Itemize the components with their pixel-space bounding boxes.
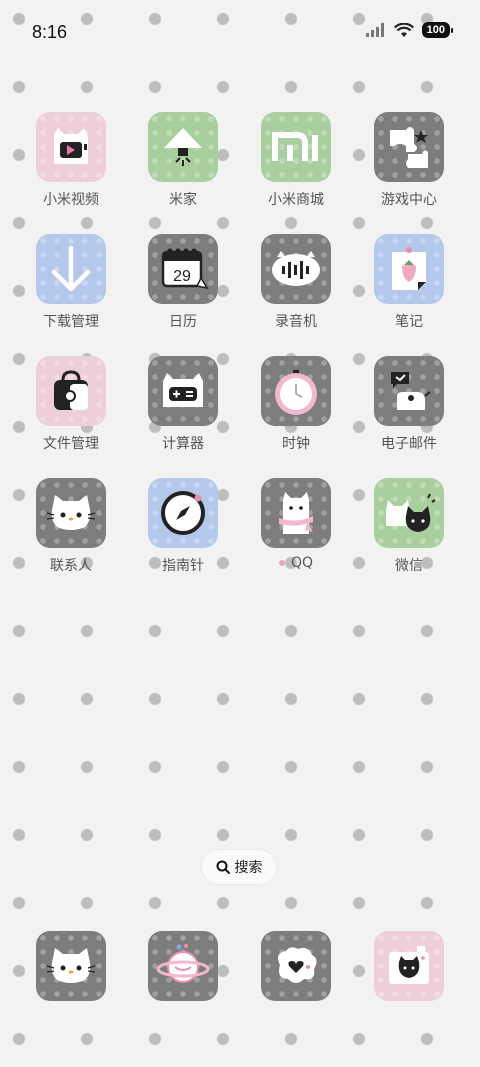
wifi-icon [393,22,414,37]
app-label: 计算器 [162,436,204,452]
search-icon [216,860,230,874]
mail-speech-icon [374,356,444,426]
app-label: 时钟 [282,436,310,452]
strawberry-note-icon [374,234,444,304]
app-compass[interactable]: 指南针 [127,478,239,575]
cat-qq-icon [261,478,331,548]
dock-app-browser[interactable] [240,931,352,1001]
app-xiaomi-video[interactable]: 小米视频 [15,112,127,209]
app-label: 游戏中心 [381,192,437,208]
calculator-icon [148,356,218,426]
video-player-icon [36,112,106,182]
app-label-text: QQ [290,555,314,571]
search-button[interactable]: 搜索 [202,850,276,884]
dock-app-camera[interactable] [353,931,465,1001]
app-xiaomi-mall[interactable]: 小米商城 [240,112,352,209]
app-label: 米家 [169,192,197,208]
app-calendar[interactable]: 29 日历 [127,234,239,331]
app-label: 电子邮件 [381,436,437,452]
app-game-center[interactable]: 游戏中心 [353,112,465,209]
dock-app-phone[interactable] [15,931,127,1001]
app-email[interactable]: 电子邮件 [353,356,465,453]
app-label: 小米商城 [268,192,324,208]
new-notification-dot [278,560,285,566]
app-label: 小米视频 [43,192,99,208]
app-calculator[interactable]: 计算器 [127,356,239,453]
app-label: 下载管理 [43,314,99,330]
lamp-icon [148,112,218,182]
app-notes[interactable]: 笔记 [353,234,465,331]
cat-camera-icon [374,931,444,1001]
app-label: 微信 [395,558,423,574]
status-time: 8:16 [32,22,68,42]
search-label: 搜索 [234,860,263,876]
app-downloads[interactable]: 下载管理 [15,234,127,331]
planet-messages-icon [148,931,218,1001]
black-cat-chat-icon [374,478,444,548]
status-icons: 100 [365,22,454,38]
voice-recorder-icon [261,234,331,304]
mi-logo-icon [261,112,331,182]
kitty-phone-icon [36,931,106,1001]
compass-icon [148,478,218,548]
app-wechat[interactable]: 微信 [353,478,465,575]
clock-icon [261,356,331,426]
puzzle-icon [374,112,444,182]
signal-icon [365,23,384,37]
app-mijia[interactable]: 米家 [127,112,239,209]
app-recorder[interactable]: 录音机 [240,234,352,331]
app-label: 笔记 [395,314,423,330]
app-label: 联系人 [50,558,92,574]
app-contacts[interactable]: 联系人 [15,478,127,575]
app-label: 日历 [169,314,197,330]
status-bar: 8:16 100 [0,0,480,68]
app-label: 指南针 [162,558,204,574]
app-clock[interactable]: 时钟 [240,356,352,453]
download-arrow-icon [36,234,106,304]
calendar-day: 29 [173,268,191,285]
calendar-icon: 29 [148,234,218,304]
battery-indicator: 100 [421,22,454,38]
app-label: 录音机 [275,314,317,330]
heart-bubble-browser-icon [261,931,331,1001]
app-label: QQ [278,555,314,571]
app-qq[interactable]: QQ [240,478,352,571]
app-label: 文件管理 [43,436,99,452]
kitty-contacts-icon [36,478,106,548]
dock-app-messages[interactable] [127,931,239,1001]
bag-folder-icon [36,356,106,426]
app-file-manager[interactable]: 文件管理 [15,356,127,453]
